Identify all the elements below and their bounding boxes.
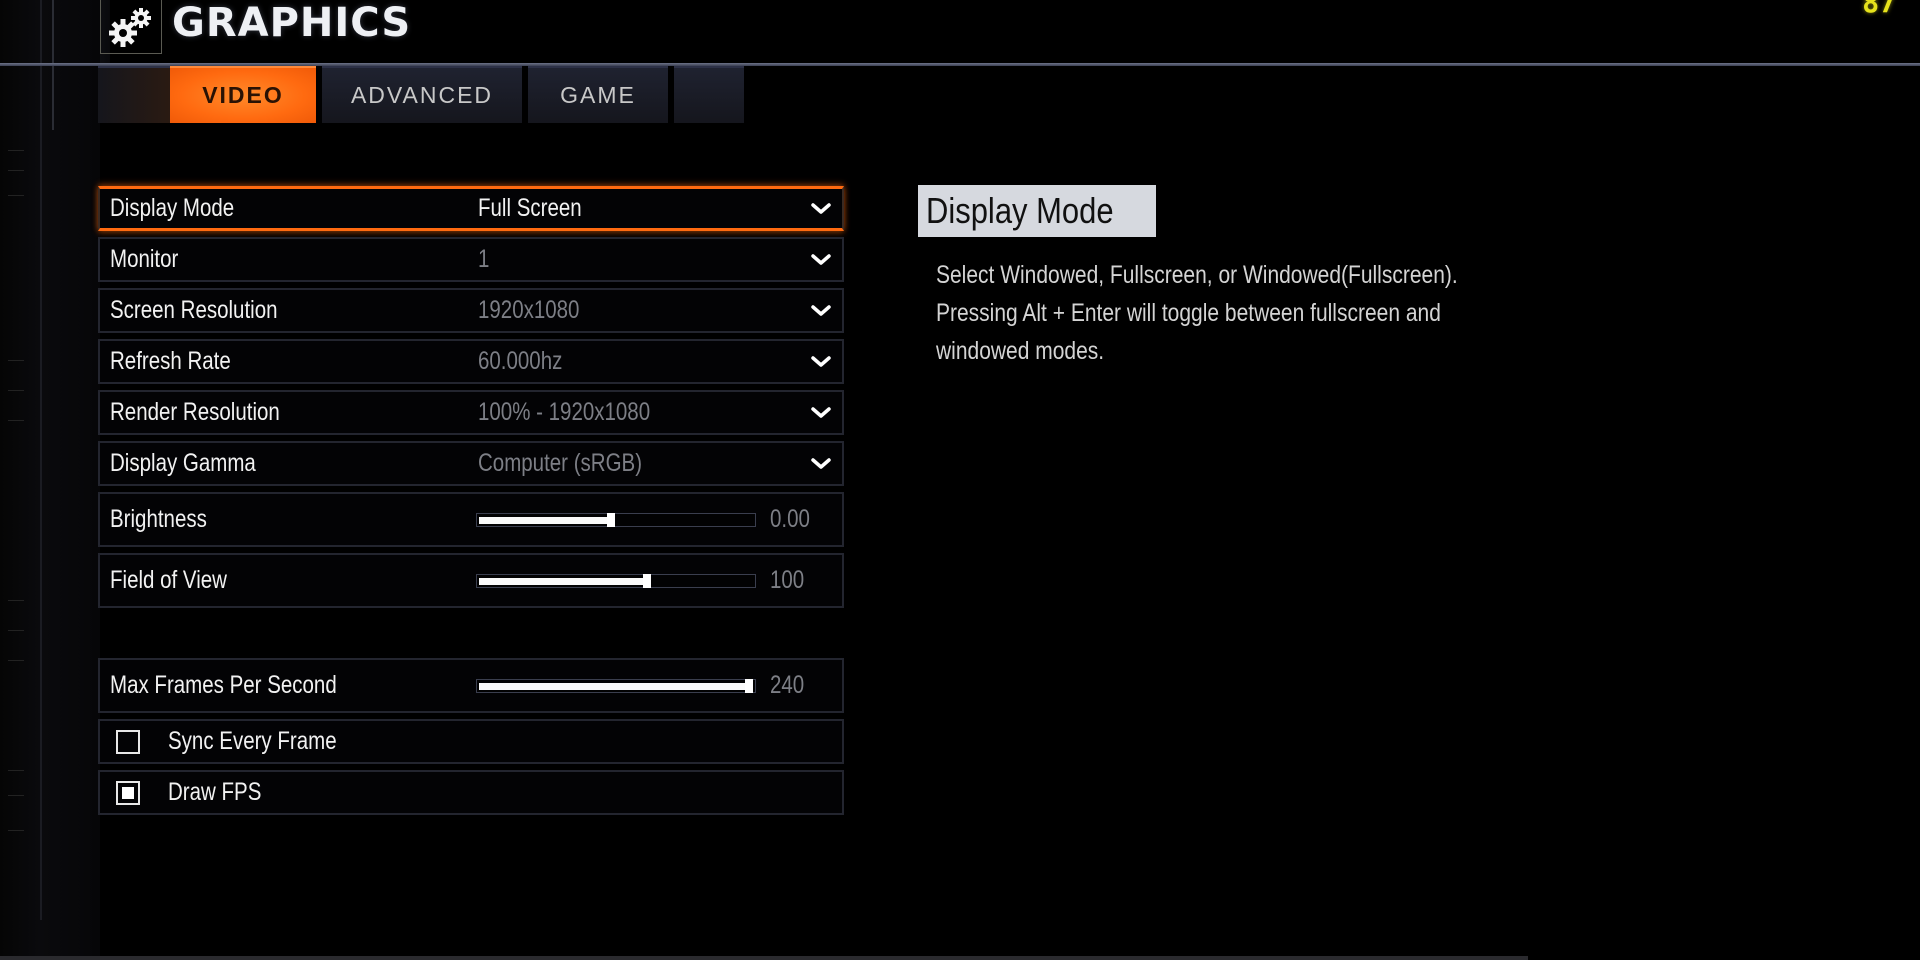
description-title-text: Display Mode <box>926 190 1114 231</box>
description-line: Select Windowed, Fullscreen, or Windowed… <box>936 261 1458 289</box>
setting-value: 60.000hz <box>478 347 563 375</box>
setting-value: Full Screen <box>478 194 582 222</box>
slider-fill <box>479 516 609 524</box>
setting-label: Display Mode <box>110 194 235 222</box>
slider-handle[interactable] <box>607 512 615 527</box>
setting-render-resolution[interactable]: Render Resolution 100% - 1920x1080 <box>98 390 844 435</box>
chevron-down-icon[interactable] <box>810 201 832 217</box>
setting-label: Render Resolution <box>110 398 280 426</box>
chevron-down-icon[interactable] <box>810 456 832 472</box>
chevron-down-icon[interactable] <box>810 252 832 268</box>
setting-label: Brightness <box>110 505 207 533</box>
sync-every-frame-checkbox[interactable] <box>116 729 140 754</box>
left-decorative-strip <box>0 0 100 960</box>
checkbox-label: Draw FPS <box>168 778 262 806</box>
slider-value: 0.00 <box>770 505 810 533</box>
chevron-down-icon[interactable] <box>810 354 832 370</box>
setting-value: 1 <box>478 245 490 273</box>
slider-value: 100 <box>770 566 805 594</box>
checkbox-label: Sync Every Frame <box>168 727 337 755</box>
tab-game[interactable]: GAME <box>528 66 668 123</box>
slider-fill <box>479 577 645 585</box>
setting-value: Computer (sRGB) <box>478 449 643 477</box>
chevron-down-icon[interactable] <box>810 303 832 319</box>
brightness-slider[interactable] <box>476 512 756 527</box>
settings-list: Display Mode Full Screen Monitor 1 Scree… <box>98 186 844 821</box>
slider-value: 240 <box>770 671 805 699</box>
description-text: Select Windowed, Fullscreen, or Windowed… <box>936 256 1576 370</box>
description-line: windowed modes. <box>936 337 1105 365</box>
setting-label: Max Frames Per Second <box>110 671 337 699</box>
page-title: GRAPHICS <box>172 0 412 46</box>
setting-label: Field of View <box>110 566 227 594</box>
setting-brightness[interactable]: Brightness 0.00 <box>98 492 844 547</box>
slider-fill <box>479 682 749 690</box>
draw-fps-checkbox[interactable] <box>116 780 140 805</box>
tab-advanced[interactable]: ADVANCED <box>322 66 522 123</box>
setting-value: 1920x1080 <box>478 296 580 324</box>
setting-sync-every-frame[interactable]: Sync Every Frame <box>98 719 844 764</box>
description-line: Pressing Alt + Enter will toggle between… <box>936 299 1441 327</box>
setting-field-of-view[interactable]: Field of View 100 <box>98 553 844 608</box>
setting-label: Monitor <box>110 245 179 273</box>
setting-refresh-rate[interactable]: Refresh Rate 60.000hz <box>98 339 844 384</box>
setting-value: 100% - 1920x1080 <box>478 398 651 426</box>
gears-icon <box>100 0 162 54</box>
chevron-down-icon[interactable] <box>810 405 832 421</box>
description-title: Display Mode <box>918 185 1157 237</box>
tab-video[interactable]: VIDEO <box>170 66 316 123</box>
bottom-bar <box>0 956 1528 960</box>
setting-label: Display Gamma <box>110 449 256 477</box>
fps-counter: 87 <box>1862 0 1896 19</box>
setting-max-fps[interactable]: Max Frames Per Second 240 <box>98 658 844 713</box>
setting-label: Refresh Rate <box>110 347 231 375</box>
slider-handle[interactable] <box>745 678 753 693</box>
setting-display-gamma[interactable]: Display Gamma Computer (sRGB) <box>98 441 844 486</box>
max-fps-slider[interactable] <box>476 678 756 693</box>
slider-handle[interactable] <box>643 573 651 588</box>
tab-spacer-left <box>98 66 170 123</box>
setting-draw-fps[interactable]: Draw FPS <box>98 770 844 815</box>
tab-bar: VIDEO ADVANCED GAME <box>98 66 744 123</box>
fov-slider[interactable] <box>476 573 756 588</box>
tab-spacer-right <box>674 66 744 123</box>
setting-label: Screen Resolution <box>110 296 278 324</box>
setting-monitor[interactable]: Monitor 1 <box>98 237 844 282</box>
setting-display-mode[interactable]: Display Mode Full Screen <box>98 186 844 231</box>
setting-screen-resolution[interactable]: Screen Resolution 1920x1080 <box>98 288 844 333</box>
